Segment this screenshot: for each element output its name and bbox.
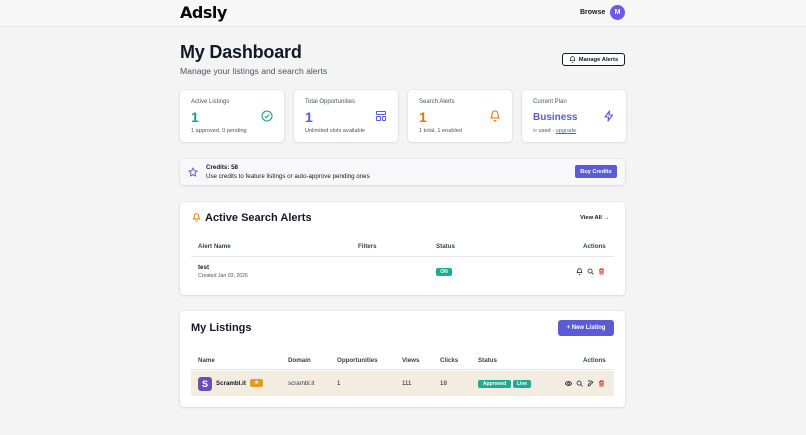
buy-credits-button[interactable]: Buy Credits — [575, 165, 617, 178]
browse-link[interactable]: Browse — [580, 9, 605, 16]
column-header: Filters — [358, 243, 377, 250]
stat-label: Current Plan — [533, 99, 567, 105]
stat-label: Active Listings — [191, 99, 230, 105]
manage-alerts-button[interactable]: Manage Alerts — [562, 53, 625, 66]
new-listing-button[interactable]: + New Listing — [558, 320, 614, 336]
page-title: My Dashboard — [180, 42, 302, 62]
column-header: Views — [402, 357, 420, 364]
live-status-badge: Live — [513, 380, 531, 388]
stat-card-total-opportunities: Total Opportunities 1 Unlimited slots av… — [294, 90, 398, 142]
app-logo[interactable]: Adsly — [180, 3, 227, 22]
manage-alerts-label: Manage Alerts — [578, 56, 619, 63]
stat-card-search-alerts: Search Alerts 1 1 total, 1 enabled — [408, 90, 512, 142]
approved-status-badge: Approved — [478, 380, 511, 388]
credits-count: Credits: 58 — [206, 164, 238, 171]
listing-clicks: 18 — [440, 380, 447, 387]
top-navbar: Adsly Browse M — [0, 0, 806, 27]
search-icon[interactable] — [587, 268, 594, 275]
column-header: Actions — [583, 357, 606, 364]
alert-status-badge: ON — [436, 268, 452, 276]
listings-section-title: My Listings — [191, 322, 252, 334]
alert-created-date: Created Jan 03, 2026 — [198, 273, 248, 279]
column-header: Alert Name — [198, 243, 231, 250]
alerts-section-title: Active Search Alerts — [205, 212, 312, 224]
stat-label: Total Opportunities — [305, 99, 356, 105]
stat-card-current-plan: Current Plan Business ∞ used · upgrade — [522, 90, 626, 142]
alert-name: test — [198, 264, 210, 271]
edit-icon[interactable] — [587, 380, 594, 387]
bell-icon[interactable] — [576, 268, 583, 275]
lightning-icon — [604, 110, 614, 122]
column-header: Domain — [288, 357, 311, 364]
user-avatar[interactable]: M — [610, 5, 625, 20]
check-circle-icon — [261, 110, 273, 122]
search-icon[interactable] — [576, 380, 583, 387]
column-header: Name — [198, 357, 215, 364]
stat-card-active-listings: Active Listings 1 1 approved, 0 pending — [180, 90, 284, 142]
featured-star-badge: ★ — [250, 379, 263, 387]
listing-app-icon: S — [198, 377, 212, 391]
table-divider — [191, 256, 614, 257]
bell-icon — [490, 110, 500, 122]
listing-opportunities: 1 — [337, 380, 341, 387]
view-all-link[interactable]: View All → — [580, 215, 609, 221]
stat-sub: 1 total, 1 enabled — [419, 128, 462, 134]
plan-name: Business — [533, 112, 578, 123]
stat-sub: 1 approved, 0 pending — [191, 128, 247, 134]
eye-icon[interactable] — [565, 380, 572, 387]
plan-usage: ∞ used · — [533, 128, 556, 134]
trash-icon[interactable] — [598, 380, 605, 387]
upgrade-link[interactable]: upgrade — [556, 128, 577, 134]
page-subtitle: Manage your listings and search alerts — [180, 66, 328, 76]
layout-icon — [375, 110, 387, 122]
bell-icon — [192, 213, 201, 222]
star-icon — [188, 167, 198, 177]
column-header: Clicks — [440, 357, 459, 364]
trash-icon[interactable] — [598, 268, 605, 275]
listing-domain: scrambl.it — [288, 380, 315, 387]
stat-value: 1 — [419, 109, 427, 125]
stat-sub: Unlimited slots available — [305, 128, 366, 134]
column-header: Status — [436, 243, 455, 250]
listing-views: 111 — [402, 380, 412, 387]
stat-value: 1 — [191, 109, 199, 125]
bell-icon — [569, 56, 576, 63]
credits-banner: Credits: 58 Use credits to feature listi… — [180, 159, 625, 185]
stat-label: Search Alerts — [419, 99, 455, 105]
table-divider — [191, 369, 614, 370]
credits-description: Use credits to feature listings or auto-… — [206, 173, 370, 180]
stat-sub: ∞ used · upgrade — [533, 128, 576, 134]
listing-name[interactable]: Scrambl.it — [216, 380, 246, 387]
column-header: Status — [478, 357, 497, 364]
column-header: Opportunities — [337, 357, 378, 364]
column-header: Actions — [583, 243, 606, 250]
stat-value: 1 — [305, 109, 313, 125]
